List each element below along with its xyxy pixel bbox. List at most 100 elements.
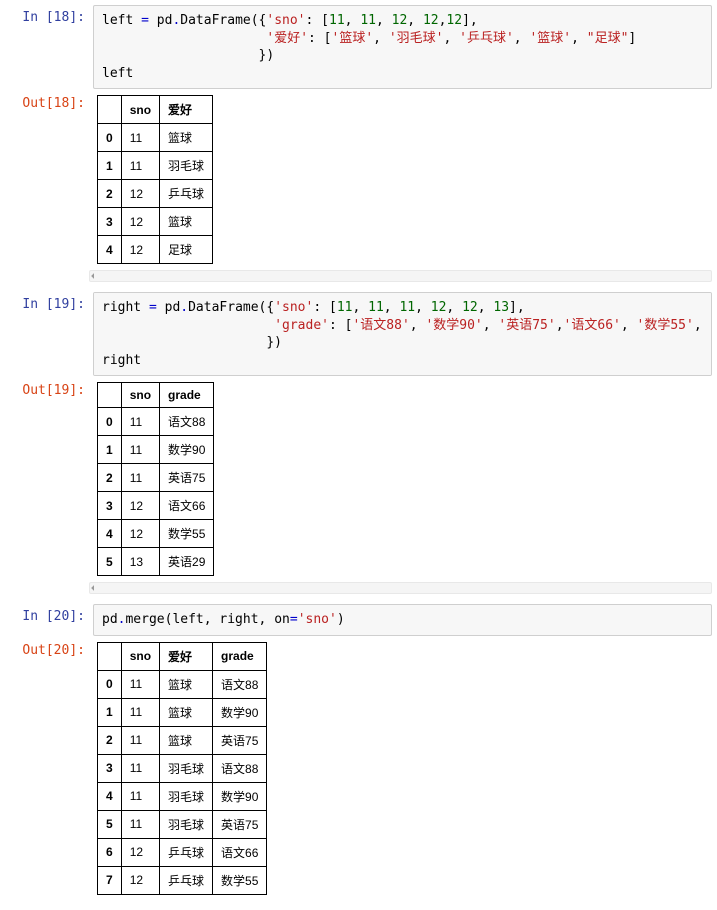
table-cell: 12 xyxy=(121,838,159,866)
row-index: 0 xyxy=(98,408,122,436)
table-cell: 13 xyxy=(121,548,159,576)
table-cell: 足球 xyxy=(160,236,213,264)
table-cell: 11 xyxy=(121,436,159,464)
table-cell: 数学90 xyxy=(213,782,267,810)
code-token: , xyxy=(556,318,564,333)
code-token: , xyxy=(373,31,389,46)
table-cell: 数学55 xyxy=(213,866,267,894)
notebook-container: In [18]:left = pd.DataFrame({'sno': [11,… xyxy=(5,5,712,899)
code-token: = xyxy=(149,300,157,315)
row-index: 6 xyxy=(98,838,122,866)
row-index: 4 xyxy=(98,236,122,264)
code-token: : [ xyxy=(308,31,331,46)
column-header: sno xyxy=(121,383,159,408)
row-index: 2 xyxy=(98,726,122,754)
row-index: 2 xyxy=(98,180,122,208)
row-index: 1 xyxy=(98,436,122,464)
table-cell: 11 xyxy=(121,408,159,436)
row-index: 4 xyxy=(98,520,122,548)
code-token: , xyxy=(345,13,361,28)
in-prompt: In [19]: xyxy=(5,292,93,317)
code-token xyxy=(102,31,266,46)
code-token: , xyxy=(415,300,431,315)
input-cell: In [20]:pd.merge(left, right, on='sno') xyxy=(5,604,712,636)
out-prompt: Out[18]: xyxy=(5,91,93,116)
column-header: grade xyxy=(160,383,214,408)
code-token: "足球" xyxy=(587,31,629,46)
table-row: 312语文66 xyxy=(98,492,214,520)
code-token: '篮球' xyxy=(529,31,571,46)
table-row: 011语文88 xyxy=(98,408,214,436)
code-token: 12 xyxy=(431,300,447,315)
table-row: 411羽毛球数学90 xyxy=(98,782,267,810)
table-cell: 篮球 xyxy=(160,698,213,726)
code-token: 'grade' xyxy=(274,318,329,333)
code-token: '语文88' xyxy=(352,318,409,333)
table-row: 712乒乓球数学55 xyxy=(98,866,267,894)
table-cell: 英语75 xyxy=(160,464,214,492)
output-area: snograde011语文88111数学90211英语75312语文66412数… xyxy=(93,378,712,580)
code-token: left xyxy=(102,13,141,28)
table-cell: 语文66 xyxy=(160,492,214,520)
table-row: 111篮球数学90 xyxy=(98,698,267,726)
code-token: DataFrame({ xyxy=(180,13,266,28)
table-row: 412足球 xyxy=(98,236,213,264)
output-area: sno爱好011篮球111羽毛球212乒乓球312篮球412足球 xyxy=(93,91,712,268)
table-cell: 语文66 xyxy=(213,838,267,866)
table-cell: 篮球 xyxy=(160,208,213,236)
horizontal-scrollbar[interactable] xyxy=(89,582,712,594)
code-token: , xyxy=(483,318,499,333)
table-row: 513英语29 xyxy=(98,548,214,576)
horizontal-scrollbar[interactable] xyxy=(89,270,712,282)
code-token: right xyxy=(102,353,141,368)
code-token: = xyxy=(141,13,149,28)
code-token xyxy=(102,318,274,333)
code-token: , xyxy=(514,31,530,46)
column-header: 爱好 xyxy=(160,96,213,124)
code-token: ], xyxy=(509,300,525,315)
table-cell: 篮球 xyxy=(160,124,213,152)
table-cell: 11 xyxy=(121,782,159,810)
code-input[interactable]: right = pd.DataFrame({'sno': [11, 11, 11… xyxy=(93,292,712,376)
code-token: , xyxy=(443,31,459,46)
output-cell: Out[19]:snograde011语文88111数学90211英语75312… xyxy=(5,378,712,580)
code-token: '数学55' xyxy=(637,318,694,333)
table-cell: 英语29 xyxy=(160,548,214,576)
table-cell: 羽毛球 xyxy=(160,754,213,782)
table-cell: 11 xyxy=(121,152,159,180)
index-header xyxy=(98,96,122,124)
table-cell: 英语75 xyxy=(213,810,267,838)
input-cell: In [18]:left = pd.DataFrame({'sno': [11,… xyxy=(5,5,712,89)
row-index: 4 xyxy=(98,782,122,810)
code-token: , xyxy=(376,13,392,28)
code-token: : [ xyxy=(313,300,336,315)
in-prompt: In [20]: xyxy=(5,604,93,629)
code-token: left xyxy=(102,66,133,81)
code-token: 11 xyxy=(360,13,376,28)
table-row: 612乒乓球语文66 xyxy=(98,838,267,866)
code-token: : [ xyxy=(306,13,329,28)
code-token: : [ xyxy=(329,318,352,333)
code-input[interactable]: pd.merge(left, right, on='sno') xyxy=(93,604,712,636)
table-row: 212乒乓球 xyxy=(98,180,213,208)
table-cell: 12 xyxy=(121,520,159,548)
table-cell: 英语75 xyxy=(213,726,267,754)
table-cell: 11 xyxy=(121,698,159,726)
code-token: 13 xyxy=(493,300,509,315)
index-header xyxy=(98,642,122,670)
code-token: DataFrame({ xyxy=(188,300,274,315)
output-cell: Out[20]:sno爱好grade011篮球语文88111篮球数学90211篮… xyxy=(5,638,712,899)
table-cell: 羽毛球 xyxy=(160,810,213,838)
code-token: '英语75' xyxy=(498,318,555,333)
index-header xyxy=(98,383,122,408)
code-token: , xyxy=(621,318,637,333)
table-row: 011篮球 xyxy=(98,124,213,152)
code-token: }) xyxy=(102,335,282,350)
code-input[interactable]: left = pd.DataFrame({'sno': [11, 11, 12,… xyxy=(93,5,712,89)
output-area: sno爱好grade011篮球语文88111篮球数学90211篮球英语75311… xyxy=(93,638,712,899)
table-cell: 数学55 xyxy=(160,520,214,548)
code-token: 12 xyxy=(423,13,439,28)
dataframe-table: snograde011语文88111数学90211英语75312语文66412数… xyxy=(97,382,214,576)
table-cell: 12 xyxy=(121,492,159,520)
table-cell: 羽毛球 xyxy=(160,152,213,180)
